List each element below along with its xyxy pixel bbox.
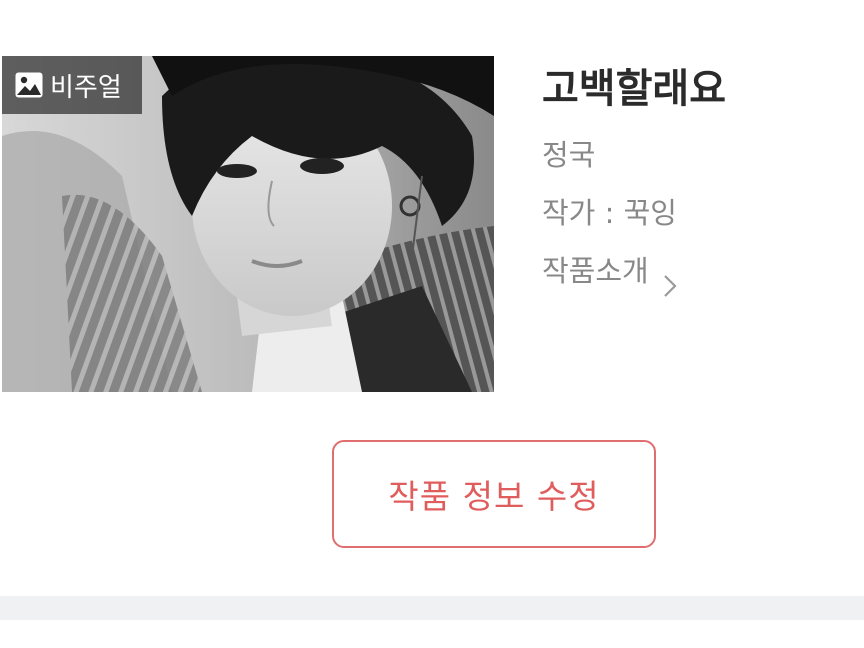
work-intro-link[interactable]: 작품소개	[542, 242, 852, 300]
work-info: 고백할래요 정국 작가 : 꾹잉 작품소개	[542, 58, 852, 300]
work-detail-page: 비주얼 고백할래요 정국 작가 : 꾹잉 작품소개 작품 정보 수정	[0, 0, 864, 648]
work-title: 고백할래요	[542, 66, 726, 112]
edit-work-info-button[interactable]: 작품 정보 수정	[332, 440, 656, 548]
work-author: 작가 : 꾹잉	[542, 196, 677, 230]
visual-badge-label: 비주얼	[50, 72, 122, 103]
work-character: 정국	[542, 138, 596, 172]
work-intro-label: 작품소개	[542, 254, 649, 288]
image-icon	[14, 71, 44, 99]
section-divider	[0, 596, 864, 620]
visual-badge[interactable]: 비주얼	[2, 56, 142, 114]
cover-image[interactable]: 비주얼	[2, 56, 494, 392]
chevron-right-icon	[663, 259, 677, 297]
